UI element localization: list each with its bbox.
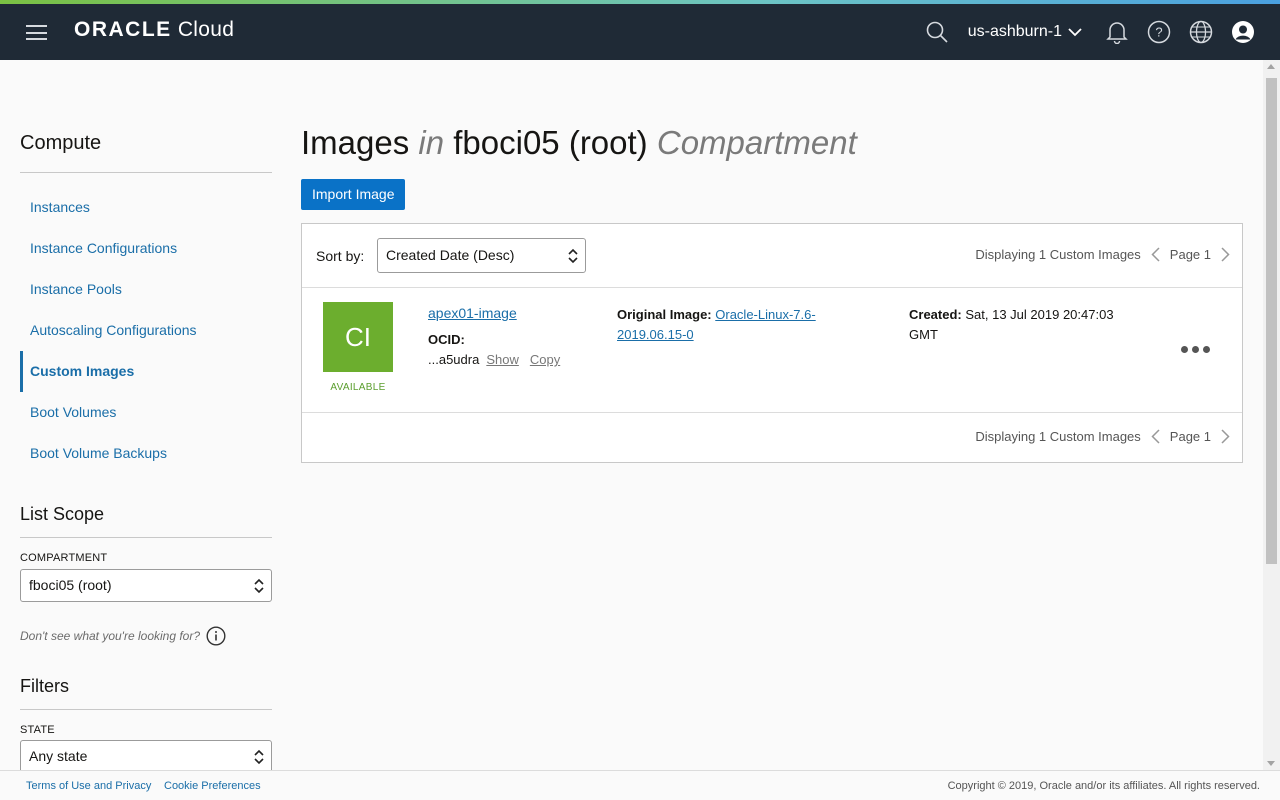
search-icon[interactable] bbox=[916, 4, 958, 60]
chevron-down-icon bbox=[1068, 27, 1082, 36]
created-label: Created: bbox=[909, 307, 962, 322]
image-avatar: CI bbox=[323, 302, 393, 372]
sort-select[interactable]: Created Date (Desc) bbox=[377, 238, 586, 273]
title-images: Images bbox=[301, 124, 410, 161]
divider bbox=[20, 537, 272, 538]
divider bbox=[20, 172, 272, 173]
chevron-left-icon[interactable] bbox=[1151, 429, 1160, 444]
cookie-preferences-link[interactable]: Cookie Preferences bbox=[164, 780, 261, 792]
sidebar-item-custom-images[interactable]: Custom Images bbox=[20, 351, 272, 392]
user-icon[interactable] bbox=[1222, 4, 1264, 60]
title-compartment: fboci05 (root) bbox=[453, 124, 648, 161]
ocid-show-link[interactable]: Show bbox=[486, 352, 519, 367]
original-image-label: Original Image: bbox=[617, 307, 712, 322]
state-label: STATE bbox=[20, 724, 55, 736]
region-label: us-ashburn-1 bbox=[967, 23, 1062, 40]
chevron-right-icon[interactable] bbox=[1221, 247, 1230, 262]
ocid-value-group: ...a5udra Show Copy bbox=[428, 352, 560, 367]
scrollbar-thumb[interactable] bbox=[1266, 78, 1277, 564]
ocid-value: ...a5udra bbox=[428, 352, 480, 367]
sidebar-item-boot-volumes[interactable]: Boot Volumes bbox=[20, 392, 272, 433]
chevron-left-icon[interactable] bbox=[1151, 247, 1160, 262]
sort-value: Created Date (Desc) bbox=[386, 247, 515, 263]
page-footer: Terms of Use and Privacy Cookie Preferen… bbox=[0, 770, 1280, 800]
sidebar-item-autoscaling-configurations[interactable]: Autoscaling Configurations bbox=[20, 310, 272, 351]
sidebar-item-boot-volume-backups[interactable]: Boot Volume Backups bbox=[20, 433, 272, 474]
pager-bottom: Displaying 1 Custom Images Page 1 bbox=[975, 429, 1230, 444]
sidebar-item-instances[interactable]: Instances bbox=[20, 187, 272, 228]
chevron-right-icon[interactable] bbox=[1221, 429, 1230, 444]
compartment-value: fboci05 (root) bbox=[29, 577, 112, 593]
globe-icon[interactable] bbox=[1180, 4, 1222, 60]
state-select[interactable]: Any state bbox=[20, 740, 272, 773]
page-title: Images in fboci05 (root) Compartment bbox=[301, 124, 857, 162]
image-name-link[interactable]: apex01-image bbox=[428, 305, 517, 321]
state-value: Any state bbox=[29, 748, 88, 764]
sidebar-item-instance-pools[interactable]: Instance Pools bbox=[20, 269, 272, 310]
page-label: Page 1 bbox=[1169, 247, 1211, 262]
bell-icon[interactable] bbox=[1096, 4, 1138, 60]
compartment-select[interactable]: fboci05 (root) bbox=[20, 569, 272, 602]
region-selector[interactable]: us-ashburn-1 bbox=[968, 23, 1082, 41]
top-navigation-bar: ORACLE Cloud us-ashburn-1 ? bbox=[0, 4, 1280, 60]
terms-link[interactable]: Terms of Use and Privacy bbox=[26, 780, 151, 792]
import-image-button[interactable]: Import Image bbox=[301, 179, 406, 210]
sidebar-heading: Compute bbox=[20, 132, 102, 154]
pager-count: Displaying 1 Custom Images bbox=[975, 429, 1141, 444]
ocid-label: OCID: bbox=[428, 332, 465, 347]
sidebar-item-instance-configurations[interactable]: Instance Configurations bbox=[20, 228, 272, 269]
images-list-panel: Sort by: Created Date (Desc) Displaying … bbox=[301, 223, 1243, 463]
page-scrollbar[interactable] bbox=[1263, 60, 1280, 770]
help-icon[interactable]: ? bbox=[1138, 4, 1180, 60]
page-label: Page 1 bbox=[1169, 429, 1211, 444]
divider bbox=[20, 709, 272, 710]
brand-cloud: Cloud bbox=[177, 18, 235, 41]
pager-top: Displaying 1 Custom Images Page 1 bbox=[975, 247, 1230, 262]
svg-text:?: ? bbox=[1155, 25, 1162, 40]
scope-hint: Don't see what you're looking for? bbox=[20, 626, 226, 646]
compartment-label: COMPARTMENT bbox=[20, 552, 108, 564]
scope-hint-text: Don't see what you're looking for? bbox=[20, 629, 201, 643]
scroll-up-icon[interactable] bbox=[1267, 64, 1275, 69]
select-arrows-icon bbox=[254, 749, 264, 765]
ocid-copy-link[interactable]: Copy bbox=[530, 352, 560, 367]
list-scope-heading: List Scope bbox=[20, 504, 105, 524]
actions-menu-icon[interactable] bbox=[1181, 346, 1210, 353]
list-item: CI AVAILABLE apex01-image OCID: ...a5udr… bbox=[302, 288, 1242, 413]
menu-icon[interactable] bbox=[26, 25, 47, 40]
scroll-down-icon[interactable] bbox=[1267, 761, 1275, 766]
sort-label: Sort by: bbox=[316, 248, 365, 264]
title-suffix: Compartment bbox=[656, 124, 857, 161]
info-icon[interactable] bbox=[206, 626, 226, 646]
pager-count: Displaying 1 Custom Images bbox=[975, 247, 1141, 262]
select-arrows-icon bbox=[568, 248, 578, 264]
oracle-cloud-logo[interactable]: ORACLE Cloud bbox=[74, 18, 234, 42]
title-in: in bbox=[418, 124, 445, 161]
select-arrows-icon bbox=[254, 578, 264, 594]
brand-oracle: ORACLE bbox=[74, 18, 172, 41]
copyright-text: Copyright © 2019, Oracle and/or its affi… bbox=[947, 780, 1260, 792]
status-badge: AVAILABLE bbox=[330, 382, 386, 393]
filters-heading: Filters bbox=[20, 676, 69, 696]
list-toolbar: Sort by: Created Date (Desc) Displaying … bbox=[302, 224, 1242, 288]
created-date: Created: Sat, 13 Jul 2019 20:47:03 GMT bbox=[909, 305, 1139, 345]
original-image: Original Image: Oracle-Linux-7.6-2019.06… bbox=[617, 305, 857, 345]
